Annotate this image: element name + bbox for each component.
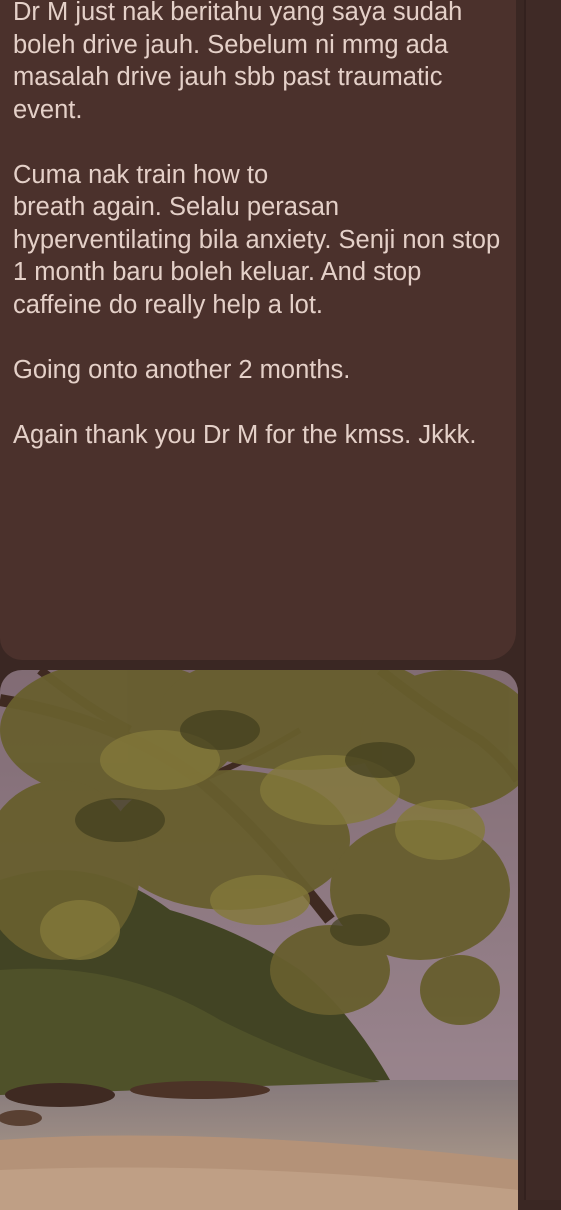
message-text: Dr M just nak beritahu yang saya sudah b… [13,0,501,449]
beach-photo-icon [0,670,518,1210]
side-panel [524,0,561,1200]
chat-view: Dr M just nak beritahu yang saya sudah b… [0,0,561,1210]
message-bubble: Dr M just nak beritahu yang saya sudah b… [0,0,516,660]
message-image-beach-tree[interactable] [0,670,518,1210]
